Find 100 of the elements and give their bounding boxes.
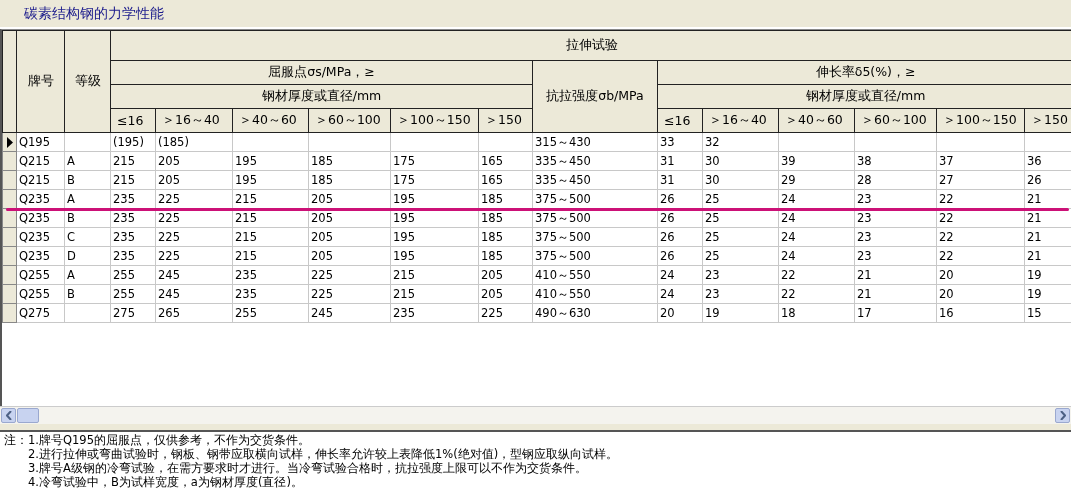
table-cell: 265	[158, 306, 180, 320]
column-header: 拉伸试验	[110, 30, 1071, 61]
table-cell: 215	[113, 154, 135, 168]
table-cell: 21	[857, 287, 872, 301]
table-cell: 215	[235, 230, 257, 244]
column-header: 钢材厚度或直径/mm	[110, 84, 533, 109]
table-cell: 235	[113, 249, 135, 263]
table-cell: A	[67, 268, 75, 282]
table-cell: 225	[481, 306, 503, 320]
table-cell: 21	[1027, 211, 1042, 225]
table-cell: Q235	[19, 249, 50, 263]
table-cell: 185	[311, 173, 333, 187]
table-cell: 255	[235, 306, 257, 320]
table-cell: 37	[939, 154, 954, 168]
table-cell: 25	[705, 192, 720, 206]
table-cell: 185	[311, 154, 333, 168]
table-cell: 235	[393, 306, 415, 320]
note-text: 2.进行拉伸或弯曲试验时，钢板、钢带应取横向试样，伸长率允许较上表降低1%(绝对值)，型钢应取纵向试样。	[28, 447, 619, 461]
table-cell: 335～450	[535, 153, 591, 168]
table-cell: (185)	[158, 135, 189, 149]
table-cell: 24	[781, 192, 796, 206]
table-cell: D	[67, 249, 76, 263]
table-cell: 26	[660, 211, 675, 225]
table-cell: 26	[660, 230, 675, 244]
table-cell: 30	[705, 154, 720, 168]
table-cell: 245	[158, 287, 180, 301]
scroll-thumb[interactable]	[17, 408, 39, 423]
table-cell: 22	[939, 211, 954, 225]
table-cell: 245	[158, 268, 180, 282]
table-cell: Q235	[19, 192, 50, 206]
table-cell: Q235	[19, 230, 50, 244]
table-cell: 215	[113, 173, 135, 187]
table-cell: 27	[939, 173, 954, 187]
table-cell: 235	[113, 211, 135, 225]
table-cell: 205	[481, 287, 503, 301]
table-cell: 31	[660, 173, 675, 187]
table-cell: 38	[857, 154, 872, 168]
table-cell: 33	[660, 135, 675, 149]
table-cell: 215	[235, 211, 257, 225]
table-cell: 215	[393, 287, 415, 301]
table-cell: 245	[311, 306, 333, 320]
column-header: ＞100～150	[936, 108, 1025, 133]
table-cell: 255	[113, 268, 135, 282]
table-cell: Q255	[19, 268, 50, 282]
table-cell: 225	[311, 268, 333, 282]
table-cell: 165	[481, 154, 503, 168]
table-cell: Q275	[19, 306, 50, 320]
table-cell: Q255	[19, 287, 50, 301]
table-cell: C	[67, 230, 76, 244]
table-cell: 24	[660, 268, 675, 282]
scroll-left-button[interactable]	[1, 408, 16, 423]
table-cell: 185	[481, 249, 503, 263]
table-cell: 195	[393, 211, 415, 225]
table-cell: 410～550	[535, 286, 591, 301]
table-cell: B	[67, 287, 75, 301]
table-cell: 19	[705, 306, 720, 320]
table-cell: 22	[781, 268, 796, 282]
column-header: 抗拉强度σb/MPa	[532, 60, 658, 133]
table-cell: 235	[235, 287, 257, 301]
table-cell: 30	[705, 173, 720, 187]
table-cell: 215	[393, 268, 415, 282]
scroll-right-button[interactable]	[1055, 408, 1070, 423]
notes-label: 注：	[4, 433, 28, 447]
table-cell: 23	[857, 249, 872, 263]
table-cell: 32	[705, 135, 720, 149]
table-cell: 205	[311, 249, 333, 263]
table-cell: 315～430	[535, 134, 591, 149]
table-cell: 175	[393, 154, 415, 168]
table-cell: 23	[705, 287, 720, 301]
table-cell: B	[67, 211, 75, 225]
horizontal-scrollbar[interactable]	[0, 406, 1071, 424]
table-cell: 17	[857, 306, 872, 320]
table-cell: A	[67, 154, 75, 168]
table-cell: Q215	[19, 154, 50, 168]
table-cell: 24	[781, 211, 796, 225]
table-cell: 24	[660, 287, 675, 301]
table-cell: 195	[235, 173, 257, 187]
table-cell: 235	[235, 268, 257, 282]
table-cell: 26	[660, 192, 675, 206]
table-cell: 490～630	[535, 305, 591, 320]
table-cell: 185	[481, 230, 503, 244]
table-cell: 235	[113, 192, 135, 206]
table-cell: 225	[158, 192, 180, 206]
table-cell: Q195	[19, 135, 50, 149]
table-cell: 21	[1027, 230, 1042, 244]
table-cell: 225	[158, 230, 180, 244]
table-cell: 21	[1027, 249, 1042, 263]
table-cell: 225	[311, 287, 333, 301]
table-cell: 15	[1027, 306, 1042, 320]
table-cell: Q235	[19, 211, 50, 225]
column-header: 伸长率δ5(%)，≥	[657, 60, 1071, 85]
table-cell: 22	[939, 192, 954, 206]
table-cell: 36	[1027, 154, 1042, 168]
table-cell: 22	[781, 287, 796, 301]
table-cell: 255	[113, 287, 135, 301]
column-header: 等级	[64, 30, 111, 133]
table-cell: 275	[113, 306, 135, 320]
note-text: 1.牌号Q195的屈服点，仅供参考，不作为交货条件。	[28, 433, 311, 447]
table-cell: 18	[781, 306, 796, 320]
table-cell: 20	[660, 306, 675, 320]
